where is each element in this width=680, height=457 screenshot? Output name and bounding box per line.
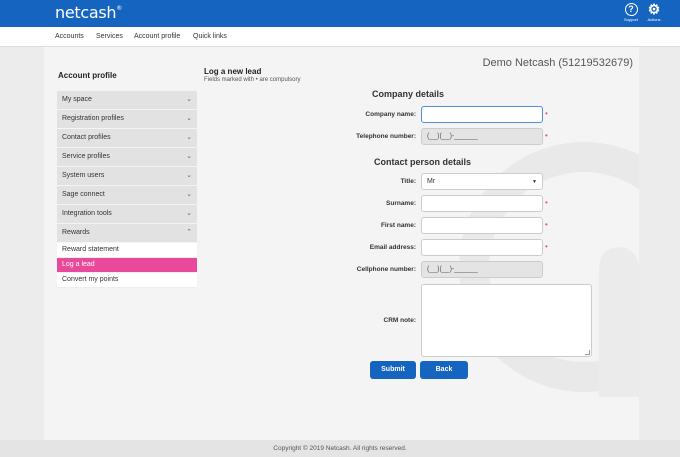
telephone-label: Telephone number: (356, 133, 416, 140)
chevron-down-icon: ⌄ (186, 134, 192, 141)
menu-account-profile[interactable]: Account profile (134, 33, 180, 40)
chevron-down-icon: ⌄ (186, 191, 192, 198)
sidebar-subitem-reward-statement[interactable]: Reward statement (57, 243, 197, 258)
surname-input[interactable] (421, 195, 543, 212)
form-title: Log a new lead (204, 67, 262, 76)
chevron-down-icon: ⌄ (186, 210, 192, 217)
account-title: Demo Netcash (51219532679) (482, 57, 633, 69)
telephone-input[interactable]: (__)(__)-______ (421, 128, 543, 145)
cellphone-label: Cellphone number: (356, 266, 416, 273)
form-subtitle: Fields marked with • are compulsory (204, 77, 301, 83)
sidebar: My space ⌄ Registration profiles ⌄ Contact… (57, 91, 197, 288)
email-label: Email address: (369, 244, 416, 251)
gear-icon: ⚙ (647, 1, 661, 17)
top-bar: netcash® ? Support ⚙ Actions (0, 0, 680, 27)
required-marker: • (545, 109, 548, 118)
dropdown-caret-icon: ▼ (532, 179, 537, 185)
support-button[interactable]: ? Support (620, 3, 642, 22)
required-marker: • (545, 198, 548, 207)
sidebar-subitem-log-a-lead[interactable]: Log a lead (57, 258, 197, 273)
required-marker: • (545, 131, 548, 140)
chevron-down-icon: ⌄ (186, 96, 192, 103)
actions-button[interactable]: ⚙ Actions (643, 1, 665, 22)
sidebar-item-my-space[interactable]: My space ⌄ (57, 91, 197, 110)
title-label: Title: (400, 178, 416, 185)
crm-note-label: CRM note: (383, 317, 417, 324)
sidebar-title: Account profile (58, 71, 117, 80)
content-area: Demo Netcash (51219532679) Account profi… (44, 47, 639, 440)
sidebar-item-registration-profiles[interactable]: Registration profiles ⌄ (57, 110, 197, 129)
sidebar-item-contact-profiles[interactable]: Contact profiles ⌄ (57, 129, 197, 148)
background-watermark-stem (599, 247, 639, 397)
surname-label: Surname: (386, 200, 416, 207)
company-details-heading: Company details (372, 89, 445, 99)
form-header: Log a new lead Fields marked with • are … (204, 67, 300, 83)
footer-copyright: Copyright © 2019 Netcash. All rights res… (0, 440, 680, 457)
chevron-up-icon: ⌃ (186, 229, 192, 236)
cellphone-input[interactable]: (__)(__)-______ (421, 261, 543, 278)
company-name-input[interactable] (421, 106, 543, 123)
back-button[interactable]: Back (420, 361, 468, 379)
resize-grip-icon[interactable] (585, 350, 590, 355)
company-name-label: Company name: (365, 111, 416, 118)
title-select[interactable]: Mr ▼ (421, 173, 543, 190)
main-menu: Accounts Services Account profile Quick … (0, 27, 680, 47)
sidebar-item-rewards[interactable]: Rewards ⌃ (57, 224, 197, 243)
sidebar-item-system-users[interactable]: System users ⌄ (57, 167, 197, 186)
email-input[interactable] (421, 239, 543, 256)
sidebar-item-integration-tools[interactable]: Integration tools ⌄ (57, 205, 197, 224)
menu-quick-links[interactable]: Quick links (193, 33, 227, 40)
required-marker: • (545, 242, 548, 251)
chevron-down-icon: ⌄ (186, 153, 192, 160)
help-icon: ? (624, 3, 638, 16)
netcash-logo[interactable]: netcash® (55, 3, 122, 22)
menu-services[interactable]: Services (96, 33, 123, 40)
sidebar-item-sage-connect[interactable]: Sage connect ⌄ (57, 186, 197, 205)
crm-note-textarea[interactable] (421, 284, 592, 357)
chevron-down-icon: ⌄ (186, 115, 192, 122)
chevron-down-icon: ⌄ (186, 172, 192, 179)
sidebar-item-service-profiles[interactable]: Service profiles ⌄ (57, 148, 197, 167)
submit-button[interactable]: Submit (370, 361, 416, 379)
contact-details-heading: Contact person details (374, 157, 472, 167)
sidebar-subitem-convert-my-points[interactable]: Convert my points (57, 273, 197, 288)
first-name-input[interactable] (421, 217, 543, 234)
menu-accounts[interactable]: Accounts (55, 33, 84, 40)
required-marker: • (545, 220, 548, 229)
first-name-label: First name: (380, 222, 416, 229)
